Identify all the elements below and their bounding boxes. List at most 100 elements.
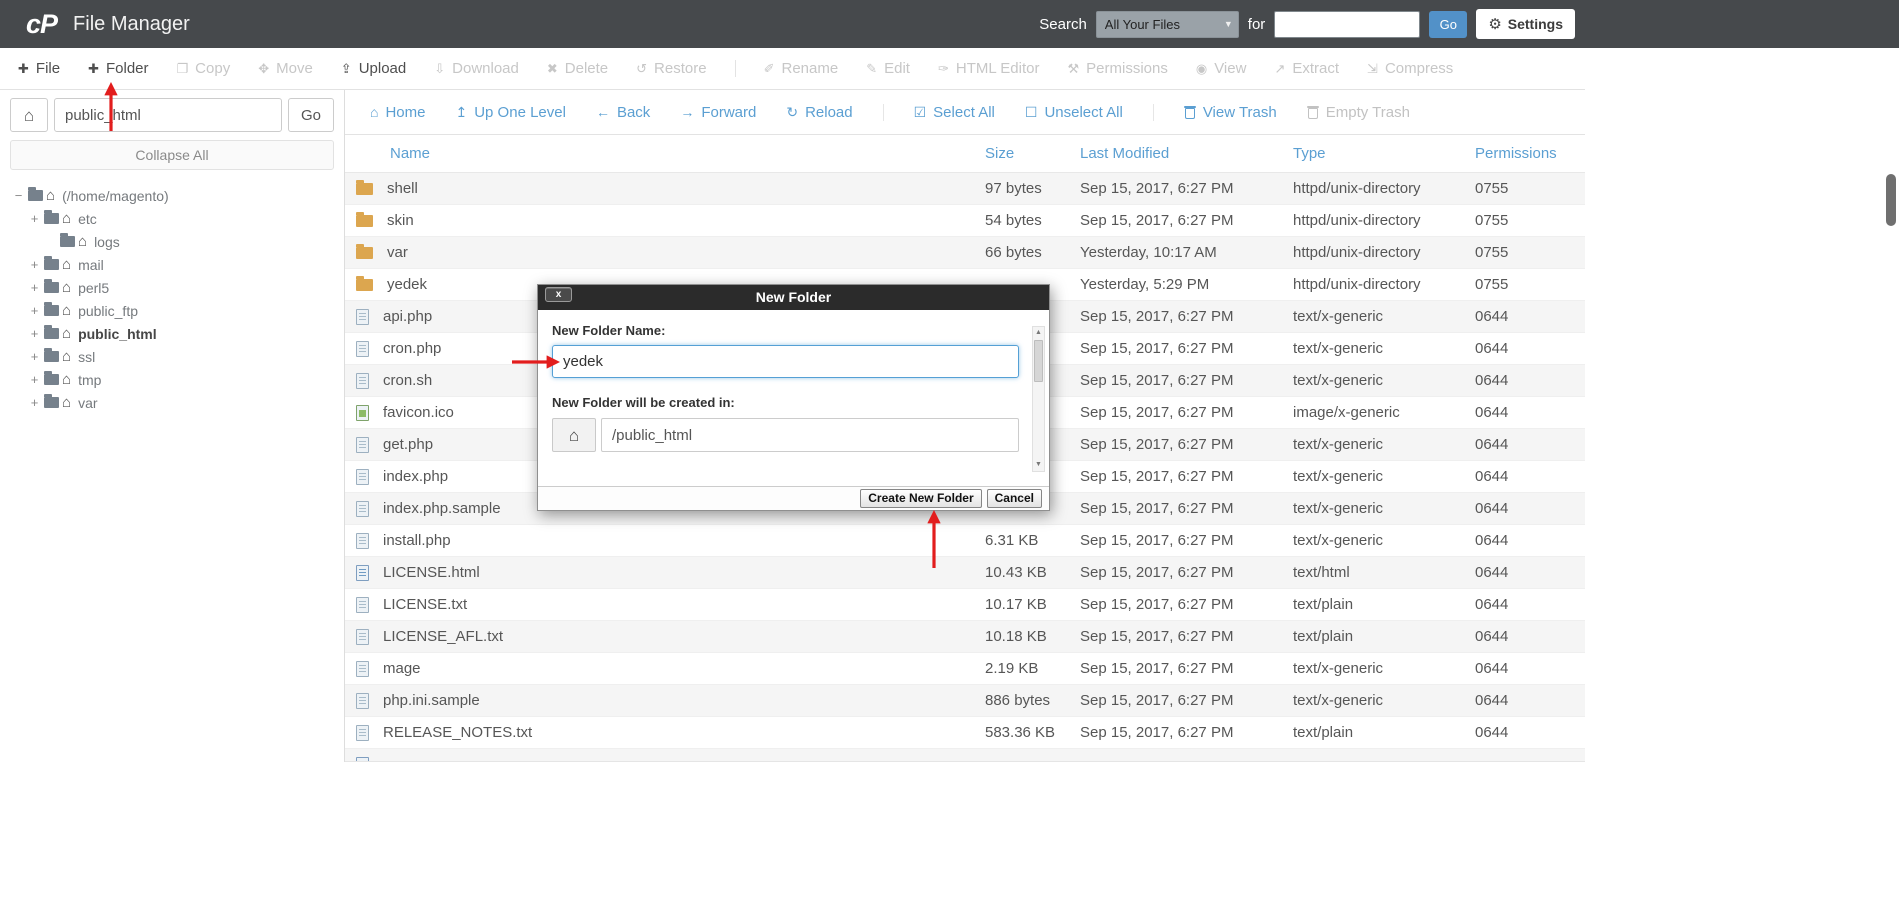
tree-item[interactable]: + ssl bbox=[10, 345, 334, 368]
tree-home-icon bbox=[62, 395, 71, 410]
file-toolbar-item[interactable]: Home bbox=[370, 104, 425, 121]
column-name[interactable]: Name bbox=[345, 145, 985, 162]
toolbar-item[interactable]: Restore bbox=[636, 60, 706, 77]
toolbar-item[interactable]: Permissions bbox=[1068, 60, 1168, 77]
scroll-down-arrow[interactable]: ▼ bbox=[1033, 459, 1044, 471]
toolbar-item[interactable]: Rename bbox=[735, 60, 839, 77]
home-button[interactable] bbox=[10, 98, 48, 132]
tree-item[interactable]: + etc bbox=[10, 207, 334, 230]
table-row[interactable]: install.php 6.31 KB Sep 15, 2017, 6:27 P… bbox=[345, 525, 1585, 557]
toolbar-item[interactable]: Extract bbox=[1274, 60, 1339, 77]
tree-item[interactable]: logs bbox=[10, 230, 334, 253]
cell-type: text/x-generic bbox=[1293, 372, 1475, 389]
folder-location-input[interactable] bbox=[601, 418, 1019, 452]
toolbar-item[interactable]: Upload bbox=[341, 60, 406, 77]
dialog-scrollbar[interactable]: ▲ ▼ bbox=[1032, 326, 1045, 472]
dialog-title: New Folder bbox=[756, 289, 831, 305]
create-new-folder-button[interactable]: Create New Folder bbox=[860, 489, 981, 508]
tree-item[interactable]: + tmp bbox=[10, 368, 334, 391]
path-input[interactable] bbox=[54, 98, 282, 132]
path-go-button[interactable]: Go bbox=[288, 98, 334, 132]
file-toolbar-item[interactable]: Forward bbox=[680, 104, 756, 121]
search-input[interactable] bbox=[1274, 11, 1420, 38]
toolbar-item[interactable]: Compress bbox=[1367, 60, 1453, 77]
table-row[interactable]: shell 97 bytes Sep 15, 2017, 6:27 PM htt… bbox=[345, 173, 1585, 205]
tree-item-label: tmp bbox=[78, 372, 101, 388]
tree-toggle[interactable]: + bbox=[28, 303, 41, 318]
file-toolbar-item-icon bbox=[680, 105, 694, 119]
table-row[interactable]: var 66 bytes Yesterday, 10:17 AM httpd/u… bbox=[345, 237, 1585, 269]
tree-home-icon bbox=[62, 326, 71, 341]
search-scope-select[interactable]: All Your Files bbox=[1096, 11, 1239, 38]
scroll-thumb[interactable] bbox=[1034, 340, 1043, 382]
new-folder-name-input[interactable] bbox=[552, 345, 1019, 378]
tree-folder-icon bbox=[44, 282, 59, 293]
file-toolbar-item[interactable]: Back bbox=[596, 104, 650, 121]
toolbar-item[interactable]: Folder bbox=[88, 60, 148, 77]
path-bar: Go bbox=[10, 98, 334, 132]
scroll-up-arrow[interactable]: ▲ bbox=[1033, 327, 1044, 339]
cancel-button[interactable]: Cancel bbox=[987, 489, 1042, 508]
tree-toggle[interactable]: + bbox=[28, 326, 41, 341]
dialog-body: New Folder Name: New Folder will be crea… bbox=[538, 310, 1049, 486]
file-toolbar-item[interactable]: Unselect All bbox=[1025, 104, 1123, 121]
column-type[interactable]: Type bbox=[1293, 145, 1475, 162]
folder-location-label: New Folder will be created in: bbox=[552, 395, 1019, 410]
toolbar-item[interactable]: File bbox=[18, 60, 60, 77]
file-toolbar-item-label: Select All bbox=[933, 104, 995, 121]
file-toolbar-item[interactable]: Select All bbox=[883, 104, 995, 121]
table-row[interactable]: mage 2.19 KB Sep 15, 2017, 6:27 PM text/… bbox=[345, 653, 1585, 685]
tree-toggle[interactable]: + bbox=[28, 211, 41, 226]
file-toolbar-item[interactable]: Empty Trash bbox=[1307, 104, 1410, 121]
tree-item-label: ssl bbox=[78, 349, 95, 365]
tree-home-icon bbox=[62, 349, 71, 364]
table-row[interactable]: php.ini.sample 886 bytes Sep 15, 2017, 6… bbox=[345, 685, 1585, 717]
table-row[interactable]: LICENSE.txt 10.17 KB Sep 15, 2017, 6:27 … bbox=[345, 589, 1585, 621]
toolbar-item[interactable]: Move bbox=[258, 60, 313, 77]
file-toolbar-item-icon bbox=[786, 105, 798, 119]
tree-toggle[interactable]: + bbox=[28, 257, 41, 272]
tree-home-icon bbox=[62, 372, 71, 387]
table-row[interactable]: LICENSE_AFL.txt 10.18 KB Sep 15, 2017, 6… bbox=[345, 621, 1585, 653]
toolbar-item[interactable]: Delete bbox=[547, 60, 608, 77]
tree-item[interactable]: + public_ftp bbox=[10, 299, 334, 322]
tree-toggle[interactable]: + bbox=[28, 349, 41, 364]
tree-item[interactable]: − (/home/magento) bbox=[10, 184, 334, 207]
toolbar-item[interactable]: Copy bbox=[177, 60, 231, 77]
column-permissions[interactable]: Permissions bbox=[1475, 145, 1585, 162]
cell-permissions: 0644 bbox=[1475, 660, 1585, 677]
toolbar-item[interactable]: Edit bbox=[866, 60, 910, 77]
settings-button[interactable]: Settings bbox=[1476, 9, 1575, 39]
tree-toggle[interactable]: + bbox=[28, 280, 41, 295]
table-row[interactable]: LICENSE.html 10.43 KB Sep 15, 2017, 6:27… bbox=[345, 557, 1585, 589]
page-scrollbar-thumb[interactable] bbox=[1886, 174, 1896, 226]
tree-item[interactable]: + var bbox=[10, 391, 334, 414]
toolbar-item[interactable]: View bbox=[1196, 60, 1247, 77]
file-toolbar-item-label: Up One Level bbox=[474, 104, 566, 121]
file-toolbar-item[interactable]: View Trash bbox=[1153, 104, 1277, 121]
cell-last-modified: Yesterday, 5:29 PM bbox=[1080, 276, 1293, 293]
cell-last-modified: Sep 15, 2017, 6:27 PM bbox=[1080, 468, 1293, 485]
table-row[interactable] bbox=[345, 749, 1585, 762]
tree-toggle[interactable]: − bbox=[12, 188, 25, 203]
file-type-icon bbox=[356, 247, 373, 259]
cell-permissions: 0644 bbox=[1475, 692, 1585, 709]
tree-item[interactable]: + perl5 bbox=[10, 276, 334, 299]
dialog-close-button[interactable]: x bbox=[545, 287, 572, 302]
file-type-icon bbox=[356, 693, 369, 709]
search-go-button[interactable]: Go bbox=[1429, 11, 1467, 38]
file-toolbar-item[interactable]: Up One Level bbox=[455, 104, 565, 121]
column-size[interactable]: Size bbox=[985, 145, 1080, 162]
column-last-modified[interactable]: Last Modified bbox=[1080, 145, 1293, 162]
table-row[interactable]: skin 54 bytes Sep 15, 2017, 6:27 PM http… bbox=[345, 205, 1585, 237]
file-toolbar-item[interactable]: Reload bbox=[786, 104, 852, 121]
tree-toggle[interactable]: + bbox=[28, 372, 41, 387]
location-home-button[interactable] bbox=[552, 418, 596, 452]
table-row[interactable]: RELEASE_NOTES.txt 583.36 KB Sep 15, 2017… bbox=[345, 717, 1585, 749]
collapse-all-button[interactable]: Collapse All bbox=[10, 140, 334, 170]
toolbar-item[interactable]: HTML Editor bbox=[938, 60, 1040, 77]
tree-toggle[interactable]: + bbox=[28, 395, 41, 410]
tree-item[interactable]: + mail bbox=[10, 253, 334, 276]
toolbar-item[interactable]: Download bbox=[434, 60, 519, 77]
tree-item[interactable]: + public_html bbox=[10, 322, 334, 345]
